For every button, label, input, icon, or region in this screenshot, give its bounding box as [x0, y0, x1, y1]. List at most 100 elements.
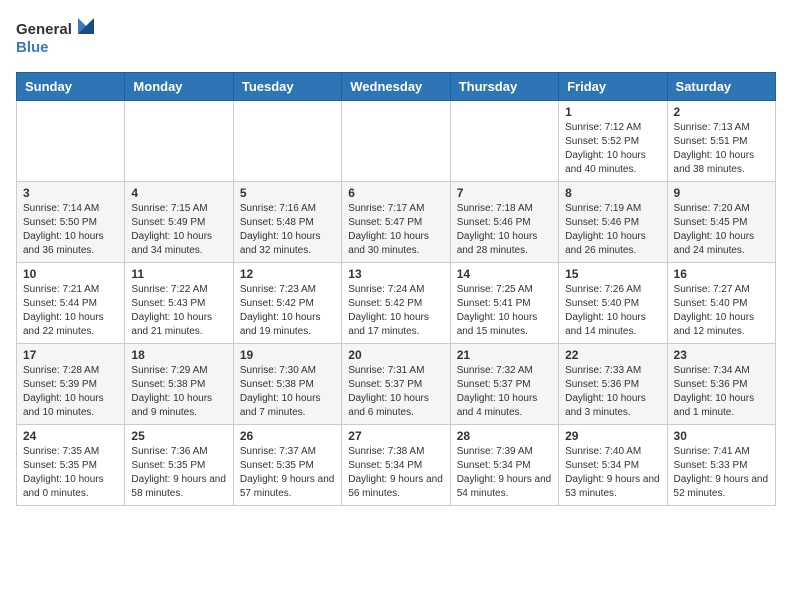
day-number: 15 — [565, 267, 660, 281]
calendar-cell: 26 Sunrise: 7:37 AM Sunset: 5:35 PM Dayli… — [233, 425, 341, 506]
day-content: Sunrise: 7:37 AM Sunset: 5:35 PM Dayligh… — [240, 445, 335, 501]
day-content: Sunrise: 7:14 AM Sunset: 5:50 PM Dayligh… — [23, 202, 118, 258]
day-number: 10 — [23, 267, 118, 281]
day-number: 26 — [240, 429, 335, 443]
weekday-header-thursday: Thursday — [450, 73, 558, 101]
calendar-cell: 7 Sunrise: 7:18 AM Sunset: 5:46 PM Daylig… — [450, 182, 558, 263]
calendar-week-row: 24 Sunrise: 7:35 AM Sunset: 5:35 PM Dayli… — [17, 425, 776, 506]
day-content: Sunrise: 7:25 AM Sunset: 5:41 PM Dayligh… — [457, 283, 552, 339]
day-number: 11 — [131, 267, 226, 281]
day-number: 21 — [457, 348, 552, 362]
day-number: 30 — [674, 429, 769, 443]
calendar-cell: 2 Sunrise: 7:13 AM Sunset: 5:51 PM Daylig… — [667, 101, 775, 182]
calendar-cell — [17, 101, 125, 182]
calendar-cell — [342, 101, 450, 182]
day-content: Sunrise: 7:31 AM Sunset: 5:37 PM Dayligh… — [348, 364, 443, 420]
calendar-week-row: 17 Sunrise: 7:28 AM Sunset: 5:39 PM Dayli… — [17, 344, 776, 425]
calendar-cell: 19 Sunrise: 7:30 AM Sunset: 5:38 PM Dayli… — [233, 344, 341, 425]
calendar-cell: 30 Sunrise: 7:41 AM Sunset: 5:33 PM Dayli… — [667, 425, 775, 506]
svg-text:General: General — [16, 21, 72, 38]
day-content: Sunrise: 7:18 AM Sunset: 5:46 PM Dayligh… — [457, 202, 552, 258]
day-number: 28 — [457, 429, 552, 443]
day-content: Sunrise: 7:32 AM Sunset: 5:37 PM Dayligh… — [457, 364, 552, 420]
day-content: Sunrise: 7:33 AM Sunset: 5:36 PM Dayligh… — [565, 364, 660, 420]
weekday-header-monday: Monday — [125, 73, 233, 101]
calendar-cell: 13 Sunrise: 7:24 AM Sunset: 5:42 PM Dayli… — [342, 263, 450, 344]
day-content: Sunrise: 7:15 AM Sunset: 5:49 PM Dayligh… — [131, 202, 226, 258]
day-number: 19 — [240, 348, 335, 362]
day-number: 1 — [565, 105, 660, 119]
day-content: Sunrise: 7:23 AM Sunset: 5:42 PM Dayligh… — [240, 283, 335, 339]
day-number: 27 — [348, 429, 443, 443]
day-content: Sunrise: 7:41 AM Sunset: 5:33 PM Dayligh… — [674, 445, 769, 501]
day-number: 2 — [674, 105, 769, 119]
calendar-cell — [125, 101, 233, 182]
calendar-cell: 21 Sunrise: 7:32 AM Sunset: 5:37 PM Dayli… — [450, 344, 558, 425]
day-number: 9 — [674, 186, 769, 200]
calendar-cell: 20 Sunrise: 7:31 AM Sunset: 5:37 PM Dayli… — [342, 344, 450, 425]
day-content: Sunrise: 7:28 AM Sunset: 5:39 PM Dayligh… — [23, 364, 118, 420]
day-number: 8 — [565, 186, 660, 200]
day-content: Sunrise: 7:16 AM Sunset: 5:48 PM Dayligh… — [240, 202, 335, 258]
calendar-cell: 1 Sunrise: 7:12 AM Sunset: 5:52 PM Daylig… — [559, 101, 667, 182]
weekday-header-tuesday: Tuesday — [233, 73, 341, 101]
day-number: 7 — [457, 186, 552, 200]
day-content: Sunrise: 7:30 AM Sunset: 5:38 PM Dayligh… — [240, 364, 335, 420]
day-content: Sunrise: 7:21 AM Sunset: 5:44 PM Dayligh… — [23, 283, 118, 339]
day-number: 12 — [240, 267, 335, 281]
calendar-cell: 27 Sunrise: 7:38 AM Sunset: 5:34 PM Dayli… — [342, 425, 450, 506]
calendar-week-row: 1 Sunrise: 7:12 AM Sunset: 5:52 PM Daylig… — [17, 101, 776, 182]
day-number: 14 — [457, 267, 552, 281]
day-number: 18 — [131, 348, 226, 362]
calendar-table: SundayMondayTuesdayWednesdayThursdayFrid… — [16, 72, 776, 506]
weekday-header-saturday: Saturday — [667, 73, 775, 101]
calendar-week-row: 10 Sunrise: 7:21 AM Sunset: 5:44 PM Dayli… — [17, 263, 776, 344]
calendar-cell: 11 Sunrise: 7:22 AM Sunset: 5:43 PM Dayli… — [125, 263, 233, 344]
day-content: Sunrise: 7:36 AM Sunset: 5:35 PM Dayligh… — [131, 445, 226, 501]
day-content: Sunrise: 7:27 AM Sunset: 5:40 PM Dayligh… — [674, 283, 769, 339]
weekday-header-sunday: Sunday — [17, 73, 125, 101]
calendar-cell: 28Sunrise: 7:39 AM Sunset: 5:34 PM Dayli… — [450, 425, 558, 506]
day-content: Sunrise: 7:12 AM Sunset: 5:52 PM Dayligh… — [565, 121, 660, 177]
day-content: Sunrise: 7:13 AM Sunset: 5:51 PM Dayligh… — [674, 121, 769, 177]
day-content: Sunrise: 7:20 AM Sunset: 5:45 PM Dayligh… — [674, 202, 769, 258]
calendar-cell: 25 Sunrise: 7:36 AM Sunset: 5:35 PM Dayli… — [125, 425, 233, 506]
day-number: 23 — [674, 348, 769, 362]
calendar-cell: 5 Sunrise: 7:16 AM Sunset: 5:48 PM Daylig… — [233, 182, 341, 263]
calendar-header-row: SundayMondayTuesdayWednesdayThursdayFrid… — [17, 73, 776, 101]
calendar-cell: 6Sunrise: 7:17 AM Sunset: 5:47 PM Daylig… — [342, 182, 450, 263]
day-number: 17 — [23, 348, 118, 362]
calendar-cell: 12 Sunrise: 7:23 AM Sunset: 5:42 PM Dayli… — [233, 263, 341, 344]
logo-svg: GeneralBlue — [16, 16, 96, 56]
calendar-cell: 22 Sunrise: 7:33 AM Sunset: 5:36 PM Dayli… — [559, 344, 667, 425]
day-number: 20 — [348, 348, 443, 362]
svg-text:Blue: Blue — [16, 39, 49, 56]
calendar-cell: 24 Sunrise: 7:35 AM Sunset: 5:35 PM Dayli… — [17, 425, 125, 506]
day-number: 25 — [131, 429, 226, 443]
weekday-header-wednesday: Wednesday — [342, 73, 450, 101]
day-content: Sunrise: 7:34 AM Sunset: 5:36 PM Dayligh… — [674, 364, 769, 420]
day-content: Sunrise: 7:38 AM Sunset: 5:34 PM Dayligh… — [348, 445, 443, 501]
calendar-cell: 29Sunrise: 7:40 AM Sunset: 5:34 PM Dayli… — [559, 425, 667, 506]
day-number: 3 — [23, 186, 118, 200]
day-content: Sunrise: 7:29 AM Sunset: 5:38 PM Dayligh… — [131, 364, 226, 420]
logo: GeneralBlue — [16, 16, 96, 56]
day-content: Sunrise: 7:24 AM Sunset: 5:42 PM Dayligh… — [348, 283, 443, 339]
calendar-cell — [450, 101, 558, 182]
day-number: 13 — [348, 267, 443, 281]
day-number: 5 — [240, 186, 335, 200]
calendar-cell: 3 Sunrise: 7:14 AM Sunset: 5:50 PM Daylig… — [17, 182, 125, 263]
calendar-week-row: 3 Sunrise: 7:14 AM Sunset: 5:50 PM Daylig… — [17, 182, 776, 263]
calendar-cell: 15Sunrise: 7:26 AM Sunset: 5:40 PM Dayli… — [559, 263, 667, 344]
calendar-cell: 14 Sunrise: 7:25 AM Sunset: 5:41 PM Dayli… — [450, 263, 558, 344]
day-number: 6 — [348, 186, 443, 200]
calendar-cell: 17 Sunrise: 7:28 AM Sunset: 5:39 PM Dayli… — [17, 344, 125, 425]
weekday-header-friday: Friday — [559, 73, 667, 101]
day-content: Sunrise: 7:35 AM Sunset: 5:35 PM Dayligh… — [23, 445, 118, 501]
day-number: 16 — [674, 267, 769, 281]
day-content: Sunrise: 7:22 AM Sunset: 5:43 PM Dayligh… — [131, 283, 226, 339]
calendar-cell: 4Sunrise: 7:15 AM Sunset: 5:49 PM Daylig… — [125, 182, 233, 263]
day-number: 22 — [565, 348, 660, 362]
day-content: Sunrise: 7:19 AM Sunset: 5:46 PM Dayligh… — [565, 202, 660, 258]
day-number: 24 — [23, 429, 118, 443]
